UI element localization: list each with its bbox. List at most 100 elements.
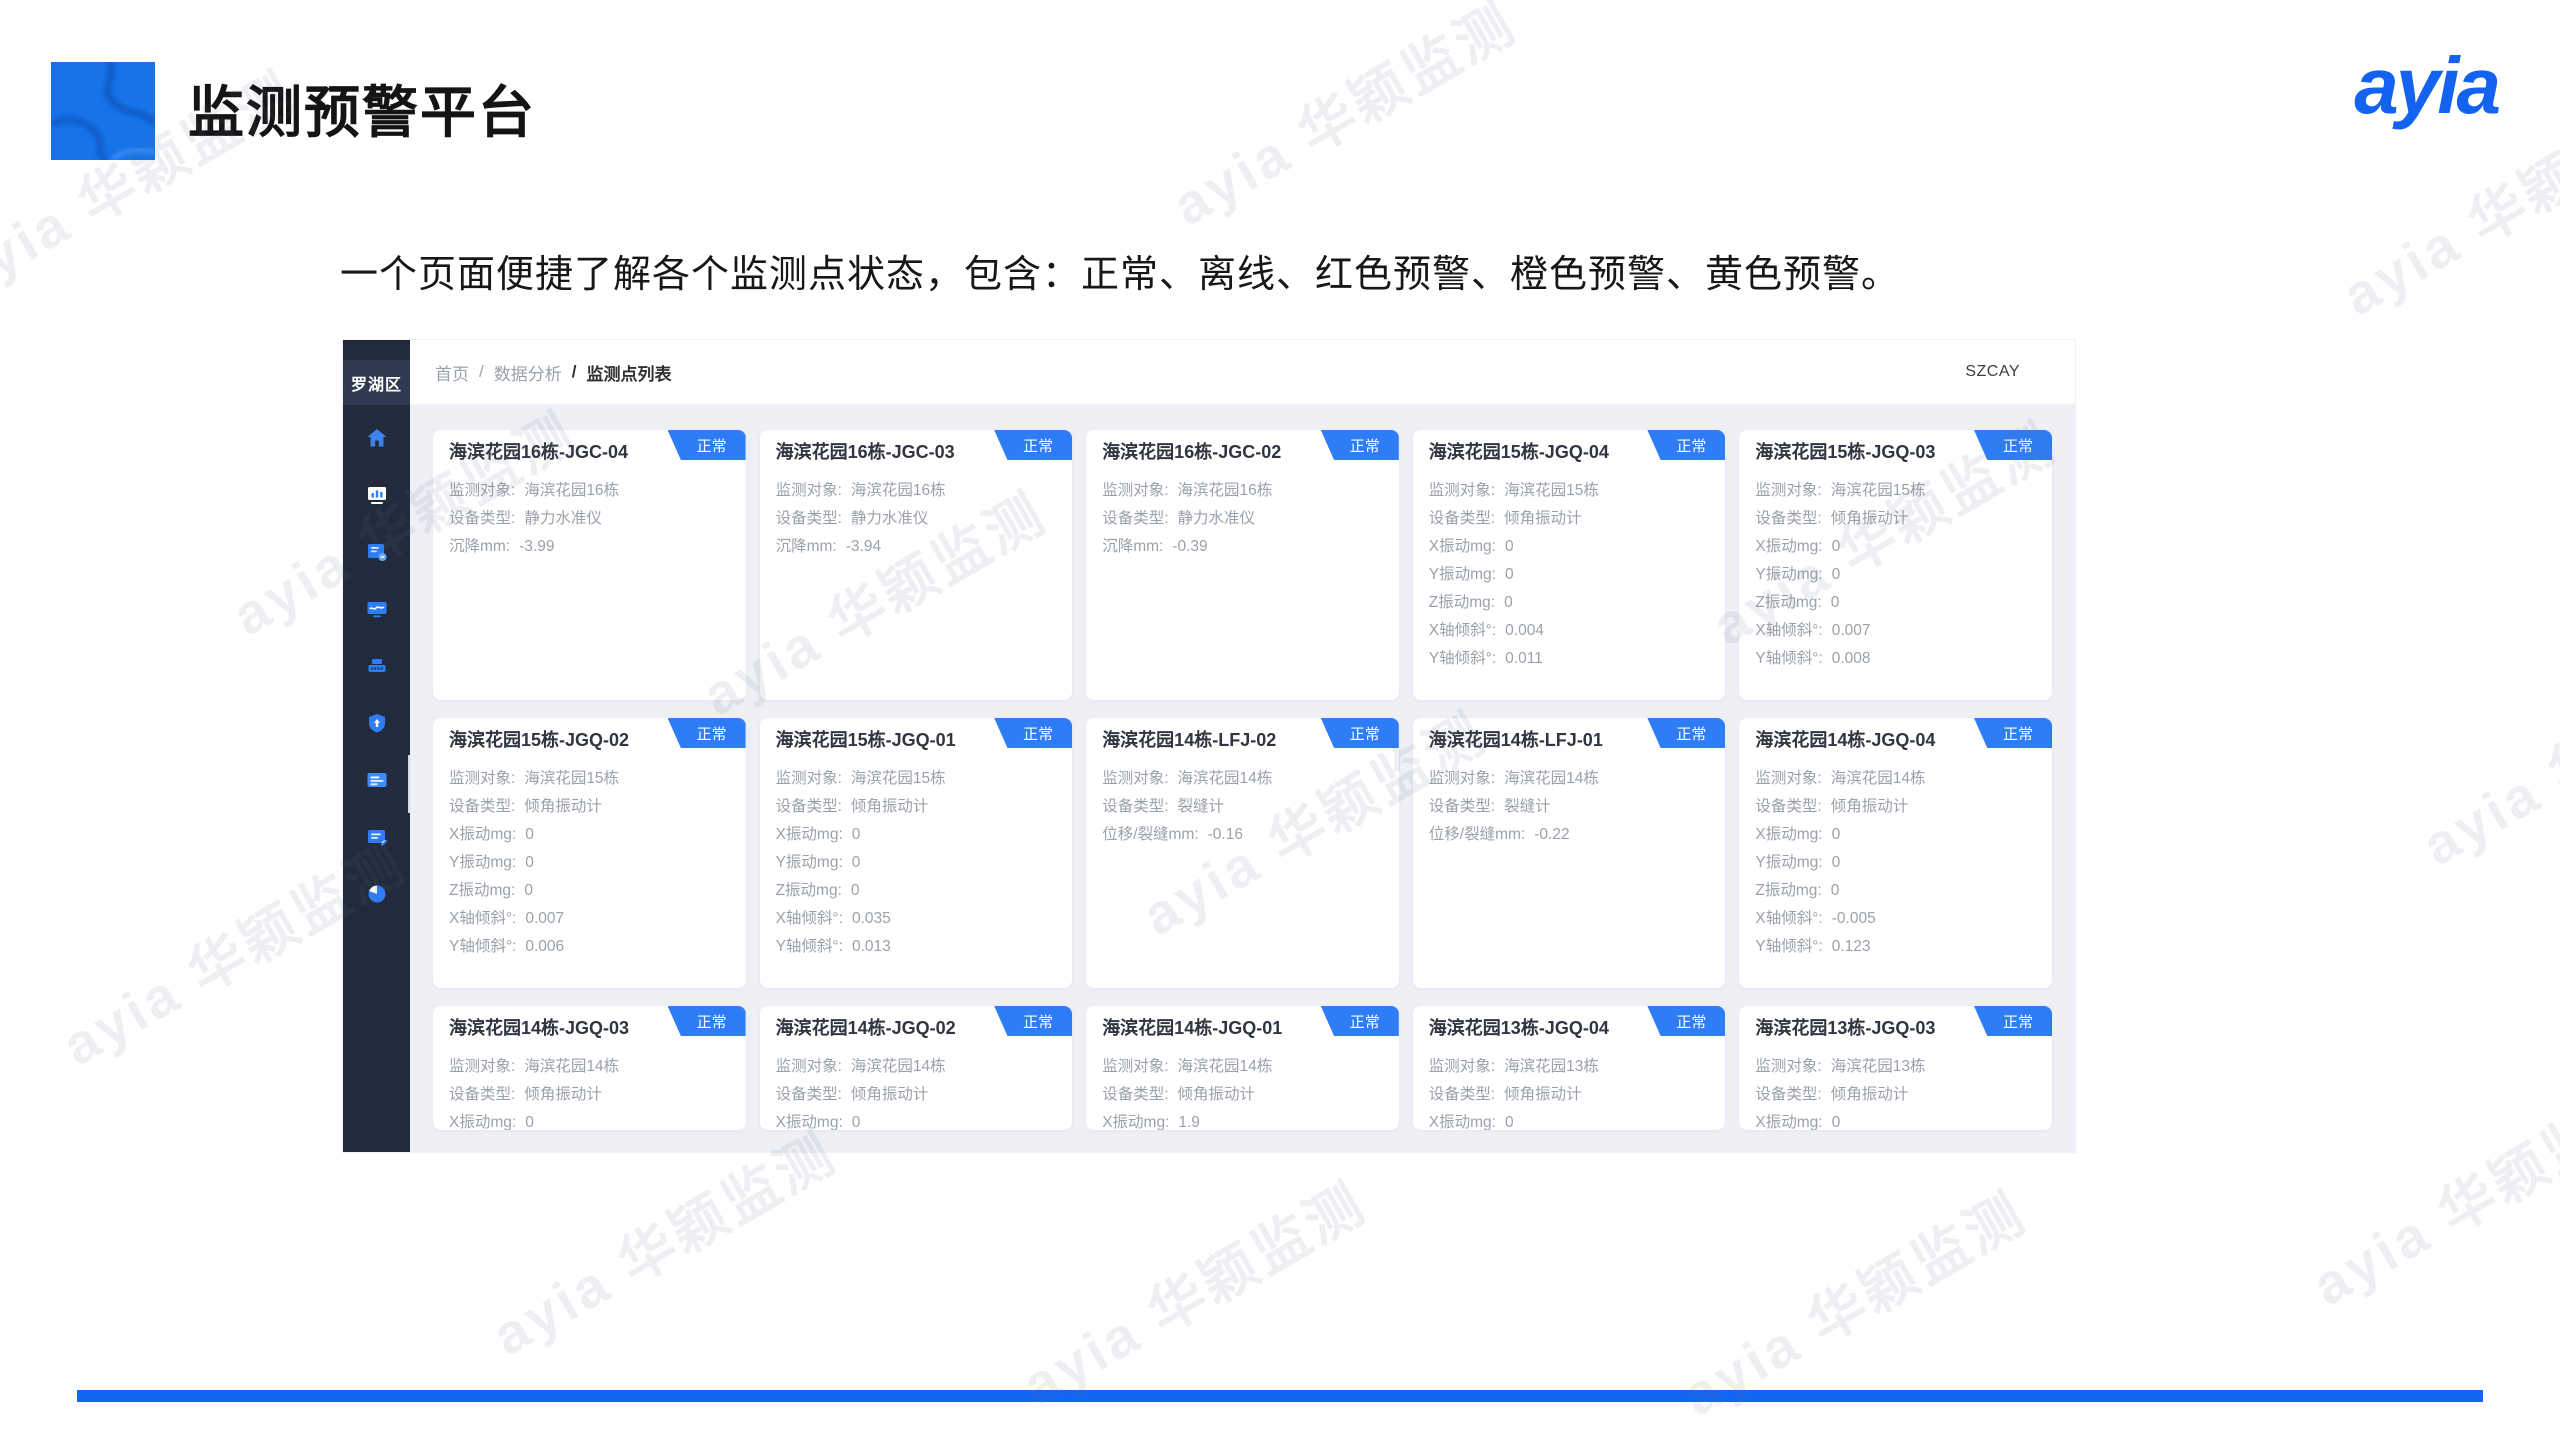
field-label: X振动mg:: [1429, 1109, 1496, 1130]
card-fields: 监测对象:海滨花园15栋设备类型:倾角振动计X振动mg:0Y振动mg:0Z振动m…: [449, 765, 730, 961]
monitor-card[interactable]: 正常 海滨花园15栋-JGQ-03 监测对象:海滨花园15栋设备类型:倾角振动计…: [1739, 430, 2052, 700]
field-label: 监测对象:: [1429, 765, 1495, 793]
status-badge: 正常: [994, 430, 1072, 460]
field-label: 设备类型:: [1429, 1081, 1495, 1109]
field-value: 静力水准仪: [851, 505, 929, 533]
sidebar-item-reports[interactable]: [343, 754, 410, 811]
status-badge: 正常: [994, 718, 1072, 748]
card-field: Z振动mg:0: [1429, 589, 1710, 617]
card-field: 沉降mm:-3.99: [449, 533, 730, 561]
monitor-card[interactable]: 正常 海滨花园14栋-JGQ-03 监测对象:海滨花园14栋设备类型:倾角振动计…: [433, 1006, 746, 1130]
home-icon: [365, 426, 389, 455]
monitor-card[interactable]: 正常 海滨花园14栋-JGQ-01 监测对象:海滨花园14栋设备类型:倾角振动计…: [1086, 1006, 1399, 1130]
monitor-card[interactable]: 正常 海滨花园15栋-JGQ-02 监测对象:海滨花园15栋设备类型:倾角振动计…: [433, 718, 746, 988]
field-label: Y轴倾斜°:: [1755, 933, 1822, 961]
status-badge: 正常: [1974, 1006, 2052, 1036]
bottom-accent-bar: [77, 1390, 2483, 1402]
sidebar-item-statistics[interactable]: [343, 868, 410, 925]
breadcrumb-home[interactable]: 首页: [435, 360, 469, 385]
monitor-card[interactable]: 正常 海滨花园16栋-JGC-02 监测对象:海滨花园16栋设备类型:静力水准仪…: [1086, 430, 1399, 700]
app-screenshot: 罗湖区: [343, 340, 2075, 1152]
card-field: 设备类型: 裂缝计: [1429, 793, 1710, 821]
sidebar-item-projects[interactable]: [343, 526, 410, 583]
field-value: 倾角振动计: [851, 793, 929, 821]
card-field: 设备类型:倾角振动计: [1755, 1081, 2036, 1109]
field-value: 0: [1504, 589, 1513, 617]
sidebar-item-monitor[interactable]: [343, 583, 410, 640]
sidebar-item-security[interactable]: [343, 697, 410, 754]
monitor-card[interactable]: 正常 海滨花园15栋-JGQ-01 监测对象:海滨花园15栋设备类型:倾角振动计…: [760, 718, 1073, 988]
status-badge: 正常: [1321, 1006, 1399, 1036]
slide: 监测预警平台 ayia 一个页面便捷了解各个监测点状态，包含：正常、离线、红色预…: [0, 0, 2560, 1440]
status-badge: 正常: [1647, 430, 1725, 460]
field-value: -0.22: [1534, 821, 1569, 849]
monitor-card[interactable]: 正常 海滨花园14栋-LFJ-02 监测对象:海滨花园14栋设备类型:裂缝计位移…: [1086, 718, 1399, 988]
platform-logo: [51, 62, 155, 160]
watermark-text: ayia 华颖监测: [1006, 1159, 1380, 1421]
field-value: 海滨花园16栋: [1178, 477, 1273, 505]
field-label: 沉降mm:: [776, 533, 837, 561]
field-label: X轴倾斜°:: [776, 905, 843, 933]
field-label: Z振动mg:: [776, 877, 842, 905]
field-value: 0: [1832, 533, 1841, 561]
sidebar-item-dashboard[interactable]: [343, 469, 410, 526]
field-value: 0.007: [525, 905, 564, 933]
card-field: X振动mg:0: [1429, 533, 1710, 561]
sidebar-item-workorder[interactable]: [343, 811, 410, 868]
field-label: 设备类型:: [1429, 793, 1495, 821]
field-value: 裂缝计: [1504, 793, 1551, 821]
card-field: Y轴倾斜°:0.008: [1755, 645, 2036, 673]
field-value: 海滨花园13栋: [1831, 1053, 1926, 1081]
monitor-card[interactable]: 正常 海滨花园14栋-JGQ-04 监测对象:海滨花园14栋设备类型:倾角振动计…: [1739, 718, 2052, 988]
field-value: 海滨花园14栋: [1178, 1053, 1273, 1081]
card-field: 沉降mm:-3.94: [776, 533, 1057, 561]
monitor-card[interactable]: 正常 海滨花园16栋-JGC-04 监测对象:海滨花园16栋设备类型:静力水准仪…: [433, 430, 746, 700]
field-label: X振动mg:: [449, 1109, 516, 1130]
field-label: 监测对象:: [776, 1053, 842, 1081]
status-badge: 正常: [1647, 718, 1725, 748]
watermark-text: ayia 华颖监测: [2406, 619, 2560, 881]
card-field: X轴倾斜°:0.035: [776, 905, 1057, 933]
status-badge: 正常: [668, 430, 746, 460]
field-value: 0.007: [1832, 617, 1871, 645]
status-badge: 正常: [1647, 1006, 1725, 1036]
sidebar-item-home[interactable]: [343, 412, 410, 469]
card-field: 设备类型:倾角振动计: [449, 793, 730, 821]
monitor-card[interactable]: 正常 海滨花园14栋-JGQ-02 监测对象:海滨花园14栋设备类型:倾角振动计…: [760, 1006, 1073, 1130]
app-header: 首页 / 数据分析 / 监测点列表 SZCAY: [410, 340, 2075, 405]
card-fields: 监测对象:海滨花园16栋设备类型:静力水准仪沉降mm:-3.94: [776, 477, 1057, 561]
field-value: 0.008: [1832, 645, 1871, 673]
card-field: X振动mg:0: [1755, 533, 2036, 561]
monitor-card[interactable]: 正常 海滨花园13栋-JGQ-04 监测对象:海滨花园13栋设备类型:倾角振动计…: [1413, 1006, 1726, 1130]
monitor-card[interactable]: 正常 海滨花园16栋-JGC-03 监测对象:海滨花园16栋设备类型:静力水准仪…: [760, 430, 1073, 700]
field-value: 0: [852, 1109, 861, 1130]
field-value: -0.005: [1832, 905, 1876, 933]
field-label: X轴倾斜°:: [1429, 617, 1496, 645]
card-field: 设备类型:倾角振动计: [1755, 793, 2036, 821]
user-account-label[interactable]: SZCAY: [1965, 363, 2020, 381]
card-field: 位移/裂缝mm:-0.16: [1102, 821, 1383, 849]
field-label: 设备类型:: [1429, 505, 1495, 533]
card-field: Y振动mg:0: [1429, 561, 1710, 589]
brand-logo-ayia: ayia: [2354, 40, 2498, 132]
card-field: Y振动mg:0: [1755, 561, 2036, 589]
status-badge: 正常: [1321, 430, 1399, 460]
card-field: 设备类型:倾角振动计: [776, 1081, 1057, 1109]
card-field: 位移/裂缝mm:-0.22: [1429, 821, 1710, 849]
field-value: 静力水准仪: [524, 505, 602, 533]
slide-subtitle: 一个页面便捷了解各个监测点状态，包含：正常、离线、红色预警、橙色预警、黄色预警。: [340, 243, 1900, 298]
status-badge: 正常: [1974, 430, 2052, 460]
monitor-card[interactable]: 正常 海滨花园15栋-JGQ-04 监测对象:海滨花园15栋设备类型:倾角振动计…: [1413, 430, 1726, 700]
field-label: 监测对象:: [1755, 765, 1821, 793]
card-field: 监测对象:海滨花园14栋: [1755, 765, 2036, 793]
sidebar-menu: [343, 412, 410, 925]
card-field: 监测对象:海滨花园13栋: [1429, 1053, 1710, 1081]
monitor-card[interactable]: 正常 海滨花园13栋-JGQ-03 监测对象:海滨花园13栋设备类型:倾角振动计…: [1739, 1006, 2052, 1130]
field-value: 海滨花园14栋: [524, 1053, 619, 1081]
monitor-card[interactable]: 正常 海滨花园14栋-LFJ-01 监测对象:海滨花园14栋设备类型:裂缝计位移…: [1413, 718, 1726, 988]
field-value: 海滨花园16栋: [524, 477, 619, 505]
card-fields: 监测对象:海滨花园14栋设备类型:倾角振动计X振动mg:0: [449, 1053, 730, 1130]
breadcrumb-data-analysis[interactable]: 数据分析: [494, 360, 562, 385]
field-value: 0: [852, 821, 861, 849]
sidebar-item-devices[interactable]: [343, 640, 410, 697]
